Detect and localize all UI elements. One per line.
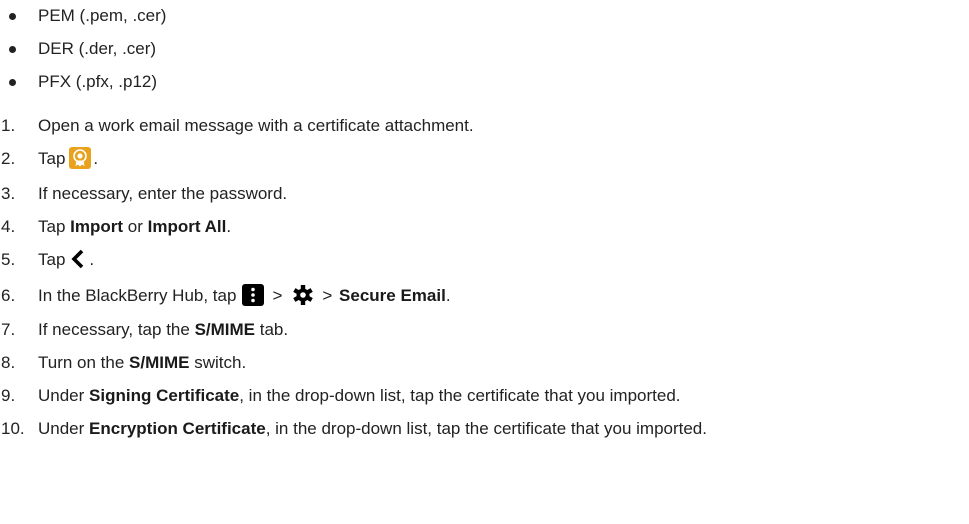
step-number: 4. bbox=[1, 217, 16, 236]
step-text: Tap Import or Import All. bbox=[38, 217, 232, 236]
smime-tab-label: S/MIME bbox=[194, 320, 256, 339]
back-chevron-icon bbox=[69, 248, 87, 270]
signing-certificate-label: Signing Certificate bbox=[89, 386, 240, 405]
step-number: 10. bbox=[1, 419, 25, 438]
step-number: 5. bbox=[1, 250, 16, 269]
step-text: Open a work email message with a certifi… bbox=[38, 116, 474, 135]
step-number: 9. bbox=[1, 386, 16, 405]
step-number: 7. bbox=[1, 320, 16, 339]
step-text: If necessary, tap the S/MIME tab. bbox=[38, 320, 289, 339]
step-number: 8. bbox=[1, 353, 16, 372]
step-number: 3. bbox=[1, 184, 16, 203]
certificate-icon bbox=[69, 146, 92, 169]
bullet-dot bbox=[9, 13, 16, 20]
step-text: In the BlackBerry Hub, tap > > Secure Emai… bbox=[38, 283, 451, 308]
bullet-dot bbox=[9, 79, 16, 86]
overflow-menu-icon bbox=[242, 283, 265, 306]
step-number: 2. bbox=[1, 149, 16, 168]
step-text: Tap. bbox=[38, 248, 94, 272]
smime-switch-label: S/MIME bbox=[129, 353, 190, 372]
secure-email-label: Secure Email bbox=[339, 286, 446, 305]
bullet-text: PEM (.pem, .cer) bbox=[38, 6, 167, 25]
encryption-certificate-label: Encryption Certificate bbox=[89, 419, 266, 438]
import-label: Import bbox=[70, 217, 124, 236]
bullet-dot bbox=[9, 46, 16, 53]
step-text: Under Signing Certificate, in the drop-d… bbox=[38, 386, 681, 405]
gear-icon bbox=[292, 284, 314, 306]
bullet-text: PFX (.pfx, .p12) bbox=[38, 72, 158, 91]
step-number: 6. bbox=[1, 286, 16, 305]
step-text: If necessary, enter the password. bbox=[38, 184, 288, 203]
step-text: Turn on the S/MIME switch. bbox=[38, 353, 247, 372]
import-all-label: Import All bbox=[147, 217, 227, 236]
bullet-text: DER (.der, .cer) bbox=[38, 39, 157, 58]
step-number: 1. bbox=[1, 116, 16, 135]
step-text: Under Encryption Certificate, in the dro… bbox=[38, 419, 707, 438]
step-text: Tap. bbox=[38, 146, 98, 171]
